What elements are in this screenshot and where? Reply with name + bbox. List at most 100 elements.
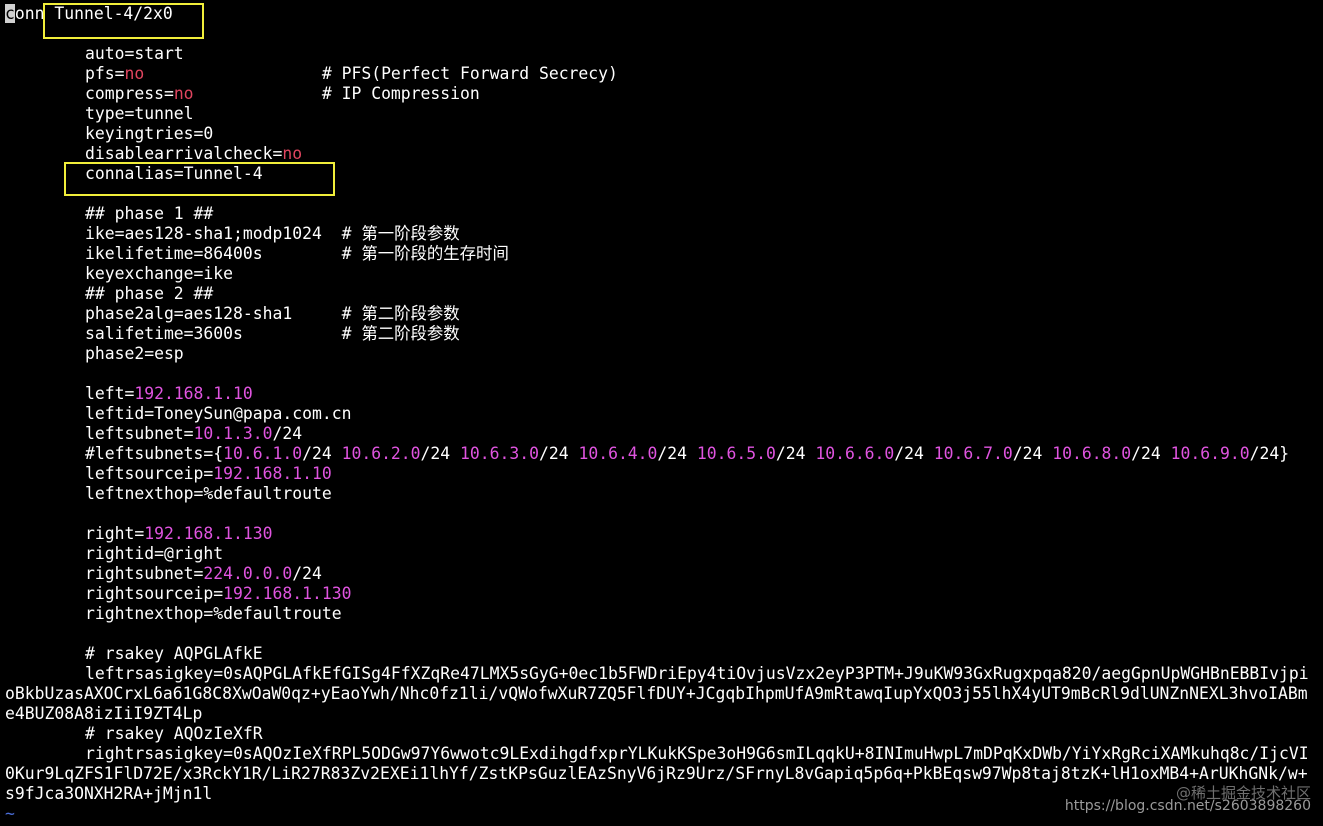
rightsourceip-line: rightsourceip=192.168.1.130 xyxy=(5,584,1323,604)
leftsubnets-ip: 10.6.2.0 xyxy=(341,444,421,463)
rightsourceip-value: 192.168.1.130 xyxy=(223,584,352,603)
type-line: type=tunnel xyxy=(5,104,1323,124)
rightrsasigkey-line-2: 0Kur9LqZFS1FlD72E/x3RckY1R/LiR27R83Zv2EX… xyxy=(5,764,1323,784)
rightid-setting: rightid=@right xyxy=(85,544,224,563)
leftid-line: leftid=ToneySun@papa.com.cn xyxy=(5,404,1323,424)
left-rsakey-comment-text: # rsakey AQPGLAfkE xyxy=(85,644,263,663)
pfs-value: no xyxy=(124,64,145,83)
phase2-line: phase2=esp xyxy=(5,344,1323,364)
leftrsasigkey-line-1: leftrsasigkey=0sAQPGLAfkEfGISg4FfXZqRe47… xyxy=(5,664,1323,684)
compress-value: no xyxy=(173,84,194,103)
leftsubnets-mask: /24 xyxy=(775,444,816,463)
leftsubnets-ip: 10.6.6.0 xyxy=(815,444,895,463)
rightsubnet-ip: 224.0.0.0 xyxy=(203,564,293,583)
left-ip: 192.168.1.10 xyxy=(134,384,253,403)
keyexchange-line: keyexchange=ike xyxy=(5,264,1323,284)
ike-setting: ike=aes128-sha1;modp1024 xyxy=(85,224,322,243)
phase2-header-text: ## phase 2 ## xyxy=(85,284,214,303)
right-line: right=192.168.1.130 xyxy=(5,524,1323,544)
pfs-key: pfs= xyxy=(85,64,125,83)
ikelifetime-setting: ikelifetime=86400s xyxy=(85,244,263,263)
disablearrivalcheck-line: disablearrivalcheck=no xyxy=(5,144,1323,164)
right-ip: 192.168.1.130 xyxy=(144,524,273,543)
rightnexthop-setting: rightnexthop=%defaultroute xyxy=(85,604,342,623)
leftsubnets-ip: 10.6.1.0 xyxy=(223,444,303,463)
leftsubnet-key: leftsubnet= xyxy=(85,424,194,443)
right-rsakey-comment-text: # rsakey AQOzIeXfR xyxy=(85,724,263,743)
leftsourceip-value: 192.168.1.10 xyxy=(213,464,332,483)
ikelifetime-line: ikelifetime=86400s # 第一阶段的生存时间 xyxy=(5,244,1323,264)
conn-keyword: onn xyxy=(14,4,45,23)
type-setting: type=tunnel xyxy=(85,104,194,123)
leftrsasigkey-text: oBkbUzasAXOCrxL6a61G8C8XwOaW0qz+yEaoYwh/… xyxy=(5,684,1308,703)
rightrsasigkey-text: s9fJca3ONXH2RA+jMjn1l xyxy=(5,784,213,803)
leftsubnets-mask: /24 xyxy=(1012,444,1053,463)
leftsubnets-mask: /24 xyxy=(894,444,934,463)
leftsubnets-ip: 10.6.5.0 xyxy=(696,444,776,463)
rightsubnet-line: rightsubnet=224.0.0.0/24 xyxy=(5,564,1323,584)
leftrsasigkey-text: leftrsasigkey=0sAQPGLAfkEfGISg4FfXZqRe47… xyxy=(85,664,1309,683)
salifetime-comment: # 第二阶段参数 xyxy=(341,324,460,343)
leftsubnet-mask: /24 xyxy=(272,424,303,443)
terminal-editor[interactable]: conn Tunnel-4/2x0 auto=start pfs=no # PF… xyxy=(5,4,1323,826)
rightnexthop-line: rightnexthop=%defaultroute xyxy=(5,604,1323,624)
ikelifetime-comment: # 第一阶段的生存时间 xyxy=(341,244,509,263)
rightsubnet-mask: /24 xyxy=(292,564,322,583)
leftsubnets-ip: 10.6.8.0 xyxy=(1052,444,1132,463)
rightsubnet-key: rightsubnet= xyxy=(85,564,204,583)
highlight-box-conn-name xyxy=(43,3,204,39)
leftsubnets-mask: /24 xyxy=(1131,444,1171,463)
salifetime-line: salifetime=3600s # 第二阶段参数 xyxy=(5,324,1323,344)
leftsubnets-line: #leftsubnets={10.6.1.0/24 10.6.2.0/24 10… xyxy=(5,444,1323,464)
compress-key: compress= xyxy=(85,84,174,103)
left-rsakey-comment: # rsakey AQPGLAfkE xyxy=(5,644,1323,664)
leftsubnets-ip: 10.6.7.0 xyxy=(933,444,1013,463)
keyingtries-line: keyingtries=0 xyxy=(5,124,1323,144)
auto-line: auto=start xyxy=(5,44,1323,64)
leftrsasigkey-text: e4BUZ08A8izIiI9ZT4Lp xyxy=(5,704,203,723)
leftsubnets-ip: 10.6.3.0 xyxy=(460,444,539,463)
leftsourceip-key: leftsourceip= xyxy=(85,464,214,483)
pfs-line: pfs=no # PFS(Perfect Forward Secrecy) xyxy=(5,64,1323,84)
leftsubnet-line: leftsubnet=10.1.3.0/24 xyxy=(5,424,1323,444)
keyingtries-setting: keyingtries=0 xyxy=(85,124,214,143)
rightrsasigkey-text: 0Kur9LqZFS1FlD72E/x3RckY1R/LiR27R83Zv2EX… xyxy=(5,764,1308,783)
leftsubnet-ip: 10.1.3.0 xyxy=(193,424,273,443)
rightid-line: rightid=@right xyxy=(5,544,1323,564)
leftsubnets-key: #leftsubnets={ xyxy=(85,444,224,463)
compress-comment: # IP Compression xyxy=(321,84,480,103)
ike-comment: # 第一阶段参数 xyxy=(341,224,460,243)
leftsubnets-mask: /24 xyxy=(657,444,697,463)
leftrsasigkey-line-2: oBkbUzasAXOCrxL6a61G8C8XwOaW0qz+yEaoYwh/… xyxy=(5,684,1323,704)
phase2alg-setting: phase2alg=aes128-sha1 xyxy=(85,304,293,323)
compress-line: compress=no # IP Compression xyxy=(5,84,1323,104)
salifetime-setting: salifetime=3600s xyxy=(85,324,243,343)
phase1-header: ## phase 1 ## xyxy=(5,204,1323,224)
rightsourceip-key: rightsourceip= xyxy=(85,584,224,603)
pfs-comment: # PFS(Perfect Forward Secrecy) xyxy=(321,64,618,83)
leftsubnets-mask: /24} xyxy=(1249,444,1290,463)
left-line: left=192.168.1.10 xyxy=(5,384,1323,404)
auto-setting: auto=start xyxy=(85,44,184,63)
leftrsasigkey-line-3: e4BUZ08A8izIiI9ZT4Lp xyxy=(5,704,1323,724)
leftsubnets-mask: /24 xyxy=(538,444,579,463)
phase2alg-comment: # 第二阶段参数 xyxy=(341,304,460,323)
phase2-setting: phase2=esp xyxy=(85,344,184,363)
right-rsakey-comment: # rsakey AQOzIeXfR xyxy=(5,724,1323,744)
dac-key: disablearrivalcheck= xyxy=(85,144,283,163)
rightrsasigkey-text: rightrsasigkey=0sAQOzIeXfRPL5ODGw97Y6wwo… xyxy=(85,744,1309,763)
highlight-box-connalias xyxy=(64,162,335,196)
leftsubnets-ip: 10.6.9.0 xyxy=(1170,444,1250,463)
leftnexthop-setting: leftnexthop=%defaultroute xyxy=(85,484,332,503)
dac-value: no xyxy=(282,144,303,163)
leftsubnets-mask: /24 xyxy=(302,444,342,463)
leftsubnets-ip: 10.6.4.0 xyxy=(578,444,658,463)
watermark-url: https://blog.csdn.net/s2603898260 xyxy=(1064,798,1311,814)
phase1-header-text: ## phase 1 ## xyxy=(85,204,214,223)
text-cursor: c xyxy=(5,4,15,23)
left-key: left= xyxy=(85,384,135,403)
keyexchange-setting: keyexchange=ike xyxy=(85,264,234,283)
